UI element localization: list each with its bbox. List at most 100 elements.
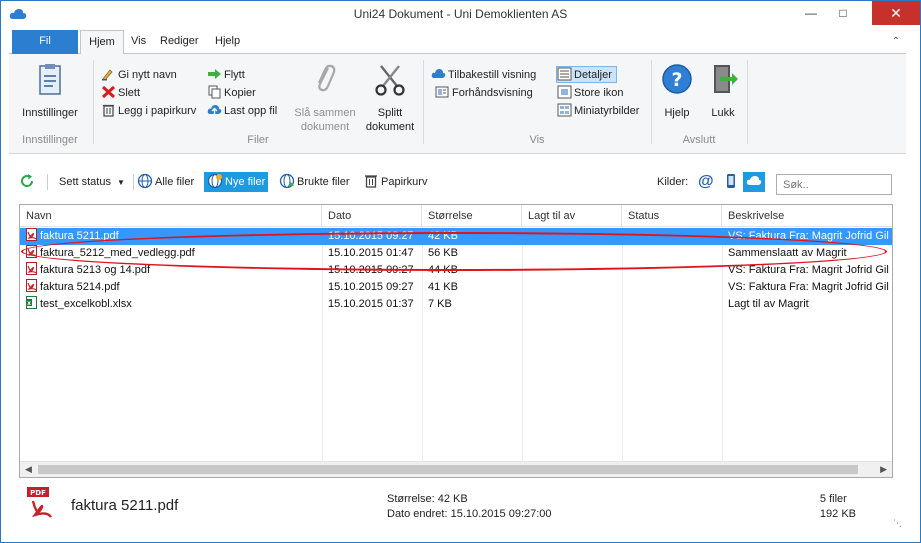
cloud-source-button[interactable]: [743, 172, 765, 192]
group-divider: [93, 60, 94, 144]
file-name-text: test_excelkobl.xlsx: [40, 298, 132, 310]
file-description: VS: Faktura Fra: Magrit Jofrid Gil: [722, 279, 892, 296]
preview-icon: [435, 86, 449, 98]
sources-label: Kilder:: [657, 176, 689, 188]
file-name-text: faktura 5213 og 14.pdf: [40, 264, 151, 276]
file-name-text: faktura_5212_med_vedlegg.pdf: [40, 247, 195, 259]
tab-hjem[interactable]: Hjem: [80, 30, 124, 55]
used-files-label: Brukte filer: [297, 176, 350, 188]
filter-recycle-bin[interactable]: Papirkurv: [363, 172, 427, 192]
scissors-icon: [375, 65, 405, 96]
details-view-button[interactable]: Detaljer: [556, 66, 617, 83]
selected-file-name: faktura 5211.pdf: [71, 497, 179, 514]
table-row[interactable]: faktura 5214.pdf 15.10.2015 09:27 41 KB VS:…: [20, 279, 892, 296]
tab-rediger[interactable]: Rediger: [154, 30, 205, 54]
horizontal-scrollbar[interactable]: ◀ ▶: [20, 461, 892, 477]
settings-label: Innstillinger: [22, 107, 78, 119]
filter-toolbar: Sett status ▼ Alle filer Nye filer Brukt…: [9, 166, 906, 198]
preview-label: Forhåndsvisning: [452, 87, 533, 99]
column-header-status[interactable]: Status: [622, 205, 722, 227]
details-list-icon: [557, 67, 572, 81]
column-header-description[interactable]: Beskrivelse: [722, 205, 892, 227]
column-header-added-by[interactable]: Lagt til av: [522, 205, 622, 227]
pdf-file-icon: [26, 245, 37, 258]
thumbnails-button[interactable]: Miniatyrbilder: [557, 103, 639, 120]
file-status: [622, 279, 722, 296]
file-size-text: 56 KB: [428, 247, 458, 259]
table-row[interactable]: faktura_5212_med_vedlegg.pdf 15.10.2015 0…: [20, 245, 892, 262]
pdf-file-icon: [26, 262, 37, 275]
exit-door-icon: [714, 65, 738, 93]
file-added-by: [522, 279, 622, 296]
column-header-name[interactable]: Navn: [20, 205, 322, 227]
scroll-right-icon[interactable]: ▶: [880, 464, 887, 475]
table-row[interactable]: faktura 5211.pdf 15.10.2015 09:27 42 KB VS:…: [20, 228, 892, 245]
group-label-innstillinger: Innstillinger: [22, 134, 78, 146]
globe-icon: [137, 173, 153, 189]
trash-icon: [365, 175, 377, 188]
group-label-filer: Filer: [247, 134, 269, 146]
delete-button[interactable]: Slett: [101, 85, 140, 102]
email-source-icon[interactable]: @: [698, 172, 714, 192]
refresh-button[interactable]: [19, 172, 37, 192]
app-window: Uni24 Dokument - Uni Demoklienten AS — □…: [0, 0, 921, 543]
column-header-date[interactable]: Dato: [322, 205, 422, 227]
scrollbar-thumb[interactable]: [38, 465, 858, 474]
refresh-icon: [21, 174, 34, 187]
phone-source-button[interactable]: [723, 172, 741, 192]
scroll-left-icon[interactable]: ◀: [25, 464, 32, 475]
file-description: Sammenslaatt av Magrit: [722, 245, 892, 262]
table-row[interactable]: faktura 5213 og 14.pdf 15.10.2015 09:27 44…: [20, 262, 892, 279]
toolbar-divider: [133, 174, 134, 190]
file-date-text: 15.10.2015 09:27: [328, 264, 414, 276]
upload-button[interactable]: Last opp fil: [207, 103, 277, 120]
file-description-text: VS: Faktura Fra: Magrit Jofrid Gil: [728, 264, 889, 276]
split-document-button[interactable]: Splitt dokument: [361, 62, 419, 134]
copy-button[interactable]: Kopier: [207, 85, 256, 102]
filter-used-files[interactable]: Brukte filer: [279, 172, 350, 192]
maximize-button[interactable]: □: [828, 1, 858, 25]
details-label: Detaljer: [574, 69, 612, 81]
window-title: Uni24 Dokument - Uni Demoklienten AS: [353, 7, 568, 21]
preview-button[interactable]: Forhåndsvisning: [435, 85, 533, 102]
settings-button[interactable]: Innstillinger: [15, 62, 85, 120]
close-app-button[interactable]: Lukk: [701, 62, 745, 120]
pdf-file-icon: [26, 228, 37, 241]
minimize-button[interactable]: —: [796, 1, 826, 25]
merge-label-1: Slå sammen: [294, 107, 356, 119]
file-size-text: 7 KB: [428, 298, 452, 310]
column-header-size[interactable]: Størrelse: [422, 205, 522, 227]
tab-file[interactable]: Fil: [12, 30, 78, 54]
cloud-upload-icon: [207, 105, 222, 115]
ribbon: Innstillinger Innstillinger Gi nytt navn…: [9, 54, 906, 154]
rename-label: Gi nytt navn: [118, 69, 177, 81]
close-window-button[interactable]: ✕: [872, 1, 920, 25]
help-button[interactable]: ? Hjelp: [655, 62, 699, 120]
recycle-button[interactable]: Legg i papirkurv: [101, 103, 196, 120]
set-status-dropdown[interactable]: Sett status ▼: [59, 172, 125, 192]
rename-button[interactable]: Gi nytt navn: [101, 67, 177, 84]
excel-file-icon: x: [26, 296, 37, 309]
file-status: [622, 262, 722, 279]
reset-view-button[interactable]: Tilbakestill visning: [431, 67, 536, 84]
ribbon-collapse-icon[interactable]: ⌃: [892, 36, 900, 47]
table-row[interactable]: x test_excelkobl.xlsx 15.10.2015 01:37 7 KB…: [20, 296, 892, 313]
large-icons-button[interactable]: Store ikon: [557, 85, 624, 102]
tab-hjelp[interactable]: Hjelp: [209, 30, 246, 54]
pdf-file-icon: [26, 279, 37, 292]
merge-document-button[interactable]: Slå sammen dokument: [293, 62, 357, 134]
chevron-down-icon: ▼: [117, 178, 125, 187]
split-label-2: dokument: [365, 121, 415, 133]
filter-all-files[interactable]: Alle filer: [137, 172, 194, 192]
file-status: [622, 245, 722, 262]
resize-grip-icon[interactable]: ⋱: [893, 518, 902, 529]
move-button[interactable]: Flytt: [207, 67, 245, 84]
tab-vis[interactable]: Vis: [125, 30, 152, 54]
filter-new-files[interactable]: Nye filer: [204, 172, 269, 192]
group-divider: [423, 60, 424, 144]
file-size-text: 42 KB: [428, 230, 458, 242]
file-description-text: Lagt til av Magrit: [728, 298, 809, 310]
file-size-text: 44 KB: [428, 264, 458, 276]
search-input[interactable]: [776, 174, 892, 195]
file-status: [622, 228, 722, 245]
